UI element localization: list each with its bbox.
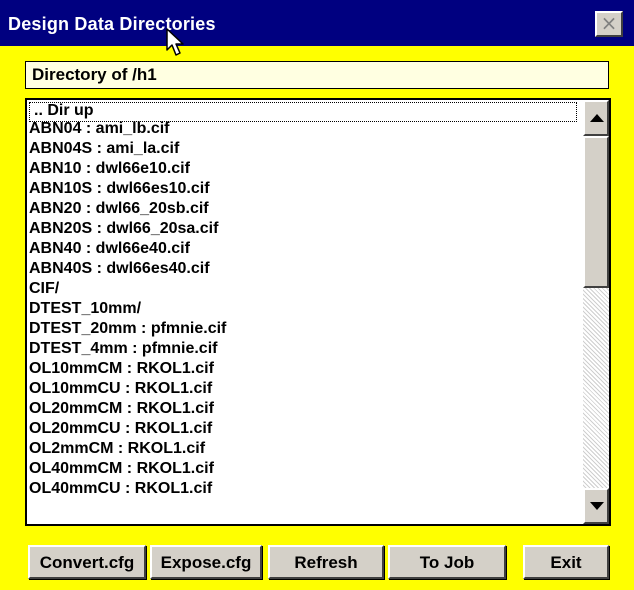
list-item[interactable]: ABN04 : ami_lb.cif bbox=[29, 119, 169, 139]
list-item[interactable]: ABN40S : dwl66es40.cif bbox=[29, 259, 210, 279]
mouse-pointer-icon bbox=[166, 28, 184, 56]
scrollbar-thumb[interactable] bbox=[583, 136, 609, 288]
directory-path-label: Directory of /h1 bbox=[32, 65, 157, 84]
list-item[interactable]: OL10mmCU : RKOL1.cif bbox=[29, 379, 212, 399]
list-item[interactable]: ABN20S : dwl66_20sa.cif bbox=[29, 219, 218, 239]
list-item[interactable]: ABN04S : ami_la.cif bbox=[29, 139, 179, 159]
list-item[interactable]: OL20mmCM : RKOL1.cif bbox=[29, 399, 214, 419]
arrow-down-icon bbox=[590, 502, 604, 510]
design-data-directories-window: Design Data Directories × Directory of /… bbox=[0, 0, 634, 590]
directory-list: .. Dir up ABN04 : ami_lb.cif ABN04S : am… bbox=[27, 100, 583, 524]
list-item[interactable]: OL10mmCM : RKOL1.cif bbox=[29, 359, 214, 379]
close-icon: × bbox=[600, 11, 618, 35]
list-item[interactable]: ABN10S : dwl66es10.cif bbox=[29, 179, 210, 199]
scroll-down-button[interactable] bbox=[583, 488, 609, 524]
scroll-up-button[interactable] bbox=[583, 100, 609, 136]
convert-cfg-button[interactable]: Convert.cfg bbox=[28, 545, 146, 579]
list-item[interactable]: OL2mmCM : RKOL1.cif bbox=[29, 439, 205, 459]
to-job-button[interactable]: To Job bbox=[388, 545, 506, 579]
directory-path-field: Directory of /h1 bbox=[25, 61, 609, 89]
expose-cfg-button[interactable]: Expose.cfg bbox=[150, 545, 262, 579]
list-item[interactable]: OL40mmCM : RKOL1.cif bbox=[29, 459, 214, 479]
title-bar: Design Data Directories × bbox=[0, 0, 634, 46]
list-item[interactable]: ABN20 : dwl66_20sb.cif bbox=[29, 199, 209, 219]
directory-listbox[interactable]: .. Dir up ABN04 : ami_lb.cif ABN04S : am… bbox=[25, 98, 611, 526]
exit-button[interactable]: Exit bbox=[523, 545, 609, 579]
vertical-scrollbar[interactable] bbox=[583, 100, 609, 524]
refresh-button[interactable]: Refresh bbox=[268, 545, 384, 579]
list-item[interactable]: DTEST_4mm : pfmnie.cif bbox=[29, 339, 217, 359]
list-item[interactable]: OL20mmCU : RKOL1.cif bbox=[29, 419, 212, 439]
list-item[interactable]: DTEST_20mm : pfmnie.cif bbox=[29, 319, 226, 339]
close-button[interactable]: × bbox=[595, 11, 623, 37]
arrow-up-icon bbox=[590, 114, 604, 122]
list-item[interactable]: DTEST_10mm/ bbox=[29, 299, 141, 319]
list-item[interactable]: ABN40 : dwl66e40.cif bbox=[29, 239, 190, 259]
list-item[interactable]: CIF/ bbox=[29, 279, 59, 299]
list-item[interactable]: ABN10 : dwl66e10.cif bbox=[29, 159, 190, 179]
list-item[interactable]: OL40mmCU : RKOL1.cif bbox=[29, 479, 212, 499]
